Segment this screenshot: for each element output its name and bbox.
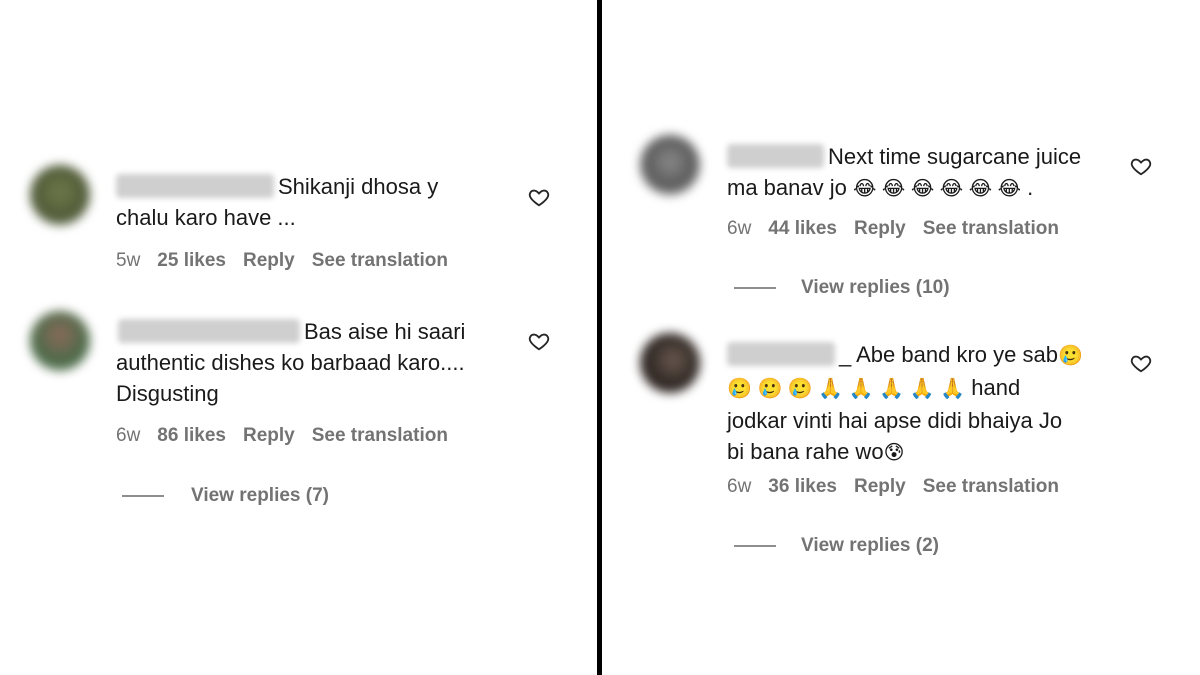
comment-meta: 5w 25 likes Reply See translation	[116, 250, 465, 272]
comment-text: Bas aise hi saari authentic dishes ko ba…	[116, 319, 466, 406]
view-replies-button[interactable]: View replies (2)	[801, 535, 939, 557]
replies-divider-line	[734, 287, 776, 289]
timestamp: 6w	[727, 218, 752, 239]
reply-button[interactable]: Reply	[854, 476, 906, 497]
comment-text: Shikanji dhosa y chalu karo have ...	[116, 174, 439, 230]
grimace-emoji-icon: 🥲	[1057, 345, 1083, 367]
comment-text: _ Abe band kro ye sab🥲 🥲 🥲 🥲 🙏 🙏 🙏 🙏 🙏 h…	[727, 342, 1083, 464]
see-translation-button[interactable]: See translation	[312, 250, 448, 271]
likes-count[interactable]: 25 likes	[157, 250, 226, 271]
username-blurred[interactable]	[116, 174, 274, 198]
see-translation-button[interactable]: See translation	[312, 425, 448, 446]
laughing-emoji-icons: 😂 😂 😂 😂 😂 😂	[852, 178, 1021, 200]
timestamp: 6w	[116, 425, 141, 446]
panel-divider	[597, 0, 602, 675]
likes-count[interactable]: 44 likes	[768, 218, 837, 239]
see-translation-button[interactable]: See translation	[923, 218, 1059, 239]
view-replies-button[interactable]: View replies (7)	[191, 485, 329, 507]
see-translation-button[interactable]: See translation	[923, 476, 1059, 497]
grimace-and-pray-emoji-icons: 🥲 🥲 🥲 🙏 🙏 🙏 🙏 🙏	[727, 378, 966, 400]
likes-count[interactable]: 36 likes	[768, 476, 837, 497]
comment-meta: 6w 86 likes Reply See translation	[116, 425, 465, 447]
like-heart-icon[interactable]	[528, 186, 550, 208]
view-replies-button[interactable]: View replies (10)	[801, 277, 950, 299]
likes-count[interactable]: 86 likes	[157, 425, 226, 446]
reply-button[interactable]: Reply	[243, 425, 295, 446]
like-heart-icon[interactable]	[1130, 155, 1152, 177]
like-heart-icon[interactable]	[1130, 352, 1152, 374]
reply-button[interactable]: Reply	[243, 250, 295, 271]
username-blurred[interactable]	[727, 144, 824, 168]
replies-divider-line	[122, 495, 164, 497]
timestamp: 5w	[116, 250, 141, 271]
comment-meta: 6w 36 likes Reply See translation	[727, 476, 1076, 498]
avatar[interactable]	[640, 135, 700, 195]
fearful-emoji-icon: 😰	[883, 442, 905, 464]
username-blurred[interactable]	[118, 319, 300, 343]
username-blurred[interactable]	[727, 342, 835, 366]
comment-meta: 6w 44 likes Reply See translation	[727, 218, 1076, 240]
like-heart-icon[interactable]	[528, 330, 550, 352]
replies-divider-line	[734, 545, 776, 547]
reply-button[interactable]: Reply	[854, 218, 906, 239]
avatar[interactable]	[30, 311, 90, 371]
avatar[interactable]	[640, 333, 700, 393]
avatar[interactable]	[30, 165, 90, 225]
timestamp: 6w	[727, 476, 752, 497]
comment-text: Next time sugarcane juice ma banav jo 😂 …	[727, 144, 1082, 200]
